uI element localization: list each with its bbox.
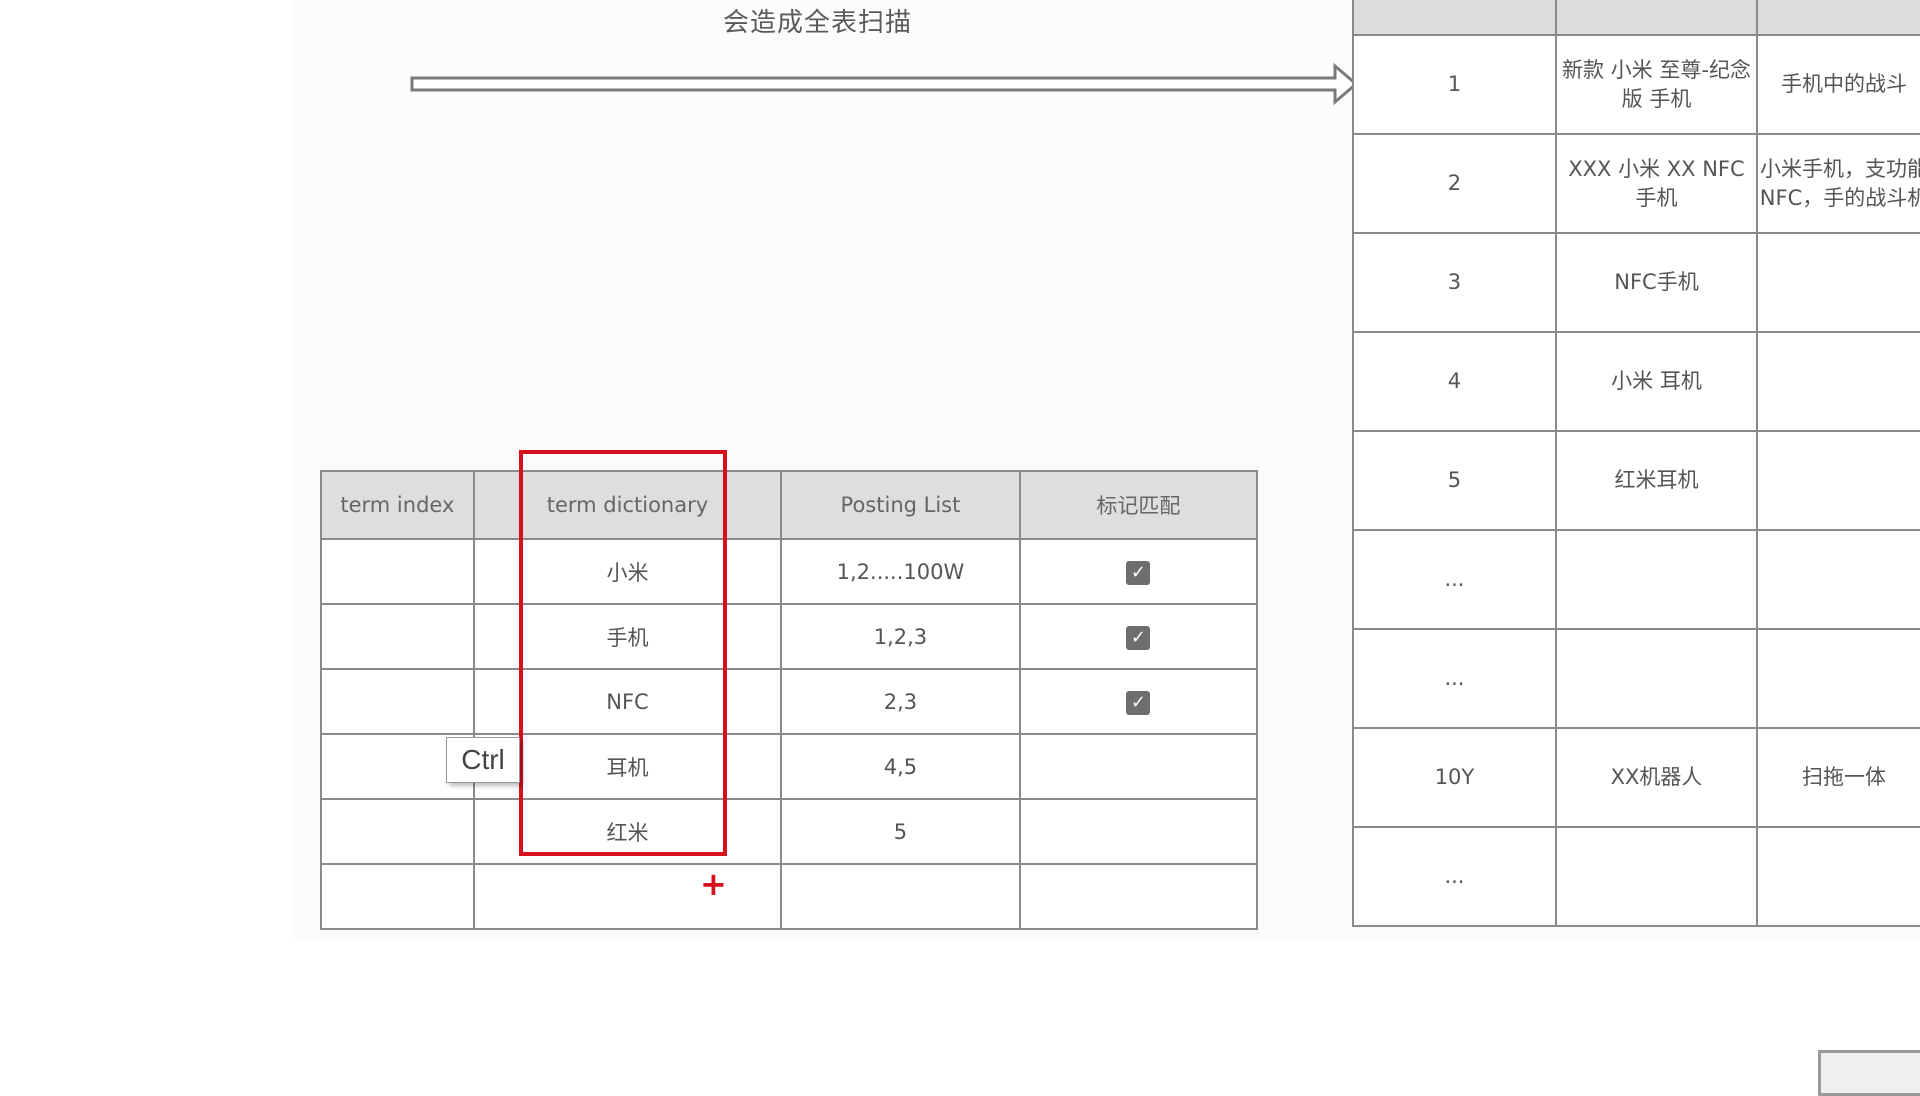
term-cell [472,863,783,930]
docs-header-cell [1756,0,1920,36]
table-row: 手机 1,2,3 ✓ [320,603,1259,670]
term-index-cell [320,798,475,865]
term-index-cell [320,668,475,735]
doc-title-cell [1554,529,1759,630]
docs-header-cell [1352,0,1557,36]
doc-title-cell: XX机器人 [1554,727,1759,828]
doc-title-cell [1554,628,1759,729]
table-row: 3 NFC手机 [1352,232,1920,333]
docs-table-header [1352,0,1920,36]
term-index-cell [320,603,475,670]
table-row: 2 XXX 小米 XX NFC 手机 小米手机，支功能NFC，手的战斗机 [1352,133,1920,234]
doc-id-cell: 2 [1352,133,1557,234]
posting-cell: 1,2,3 [780,603,1021,670]
table-row: 1 新款 小米 至尊-纪念版 手机 手机中的战斗 [1352,34,1920,135]
match-cell [1018,733,1259,800]
doc-id-cell: 4 [1352,331,1557,432]
doc-desc-cell [1756,826,1920,927]
match-cell [1018,863,1259,930]
doc-title-cell: XXX 小米 XX NFC 手机 [1554,133,1759,234]
doc-id-cell: 1 [1352,34,1557,135]
doc-desc-cell [1756,529,1920,630]
posting-cell: 2,3 [780,668,1021,735]
docs-header-cell [1554,0,1759,36]
inverted-index-table: term index term dictionary Posting List … [320,470,1259,930]
posting-cell: 5 [780,798,1021,865]
doc-desc-cell [1756,232,1920,333]
doc-title-cell: 红米耳机 [1554,430,1759,531]
doc-desc-cell [1756,331,1920,432]
header-posting-list: Posting List [780,470,1021,540]
posting-cell: 1,2.....100W [780,538,1021,605]
doc-id-cell: ... [1352,628,1557,729]
full-scan-caption: 会造成全表扫描 [723,8,913,38]
table-row: 4 小米 耳机 [1352,331,1920,432]
doc-id-cell: 3 [1352,232,1557,333]
header-match-flag: 标记匹配 [1018,470,1259,540]
table-row: 小米 1,2.....100W ✓ [320,538,1259,605]
table-row: ... [1352,826,1920,927]
doc-id-cell: 5 [1352,430,1557,531]
doc-desc-cell: 小米手机，支功能NFC，手的战斗机 [1756,133,1920,234]
arrow-to-docs [410,62,1359,106]
header-term-index: term index [320,470,475,540]
match-cell: ✓ [1018,538,1259,605]
table-row: ... [1352,529,1920,630]
doc-id-cell: ... [1352,826,1557,927]
plus-cursor-icon: + [700,865,727,903]
posting-cell [780,863,1021,930]
term-dictionary-highlight-box[interactable] [519,450,727,856]
doc-desc-cell [1756,628,1920,729]
match-cell: ✓ [1018,668,1259,735]
match-cell [1018,798,1259,865]
posting-cell: 4,5 [780,733,1021,800]
term-index-cell [320,538,475,605]
doc-desc-cell: 手机中的战斗 [1756,34,1920,135]
index-table-header: term index term dictionary Posting List … [320,470,1259,540]
table-row: ... [1352,628,1920,729]
table-row: 10Y XX机器人 扫拖一体 [1352,727,1920,828]
checkbox-checked-icon[interactable]: ✓ [1126,625,1151,650]
match-cell: ✓ [1018,603,1259,670]
doc-id-cell: 10Y [1352,727,1557,828]
table-row: 5 红米耳机 [1352,430,1920,531]
checkbox-checked-icon[interactable]: ✓ [1126,690,1151,715]
doc-desc-cell [1756,430,1920,531]
term-index-cell [320,863,475,930]
doc-title-cell [1554,826,1759,927]
documents-table: 1 新款 小米 至尊-纪念版 手机 手机中的战斗 2 XXX 小米 XX NFC… [1352,0,1920,927]
table-row: NFC 2,3 ✓ [320,668,1259,735]
doc-title-cell: 新款 小米 至尊-纪念版 手机 [1554,34,1759,135]
doc-id-cell: ... [1352,529,1557,630]
doc-desc-cell: 扫拖一体 [1756,727,1920,828]
doc-title-cell: NFC手机 [1554,232,1759,333]
ctrl-key-tooltip: Ctrl [446,737,520,783]
doc-title-cell: 小米 耳机 [1554,331,1759,432]
checkbox-checked-icon[interactable]: ✓ [1126,560,1151,585]
table-row [320,863,1259,930]
corner-panel [1818,1050,1920,1096]
table-row: 红米 5 [320,798,1259,865]
